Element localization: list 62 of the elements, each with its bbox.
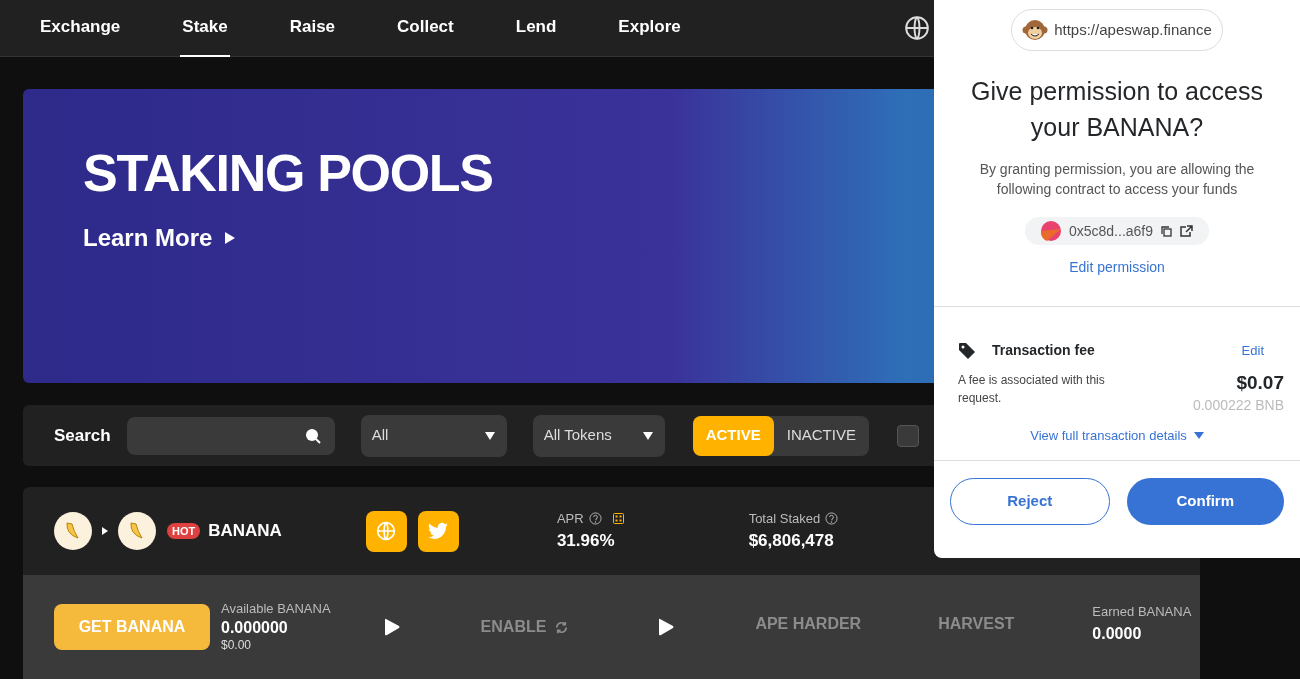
dialog-button[interactable]: Reject <box>950 477 1110 525</box>
filter-dropdown[interactable]: All <box>360 414 507 457</box>
banana-token-icon <box>54 512 92 550</box>
caret-icon <box>641 430 654 441</box>
play-icon <box>657 617 676 637</box>
nav-link[interactable]: Raise <box>287 0 338 57</box>
hot-badge: HOT <box>167 523 201 539</box>
monkey-icon <box>1022 17 1049 43</box>
contract-address: 0x5c8d...a6f9 <box>1068 221 1154 241</box>
stat-label: Total Staked <box>748 509 821 528</box>
globe-icon[interactable] <box>904 15 930 41</box>
origin-url: https://apeswap.finance <box>1054 19 1212 40</box>
caret-icon <box>483 430 496 441</box>
dialog-description: By granting permission, you are allowing the following contract to access your funds <box>978 160 1256 199</box>
refresh-icon <box>554 619 570 635</box>
view-details-link[interactable]: View full transaction details <box>1030 426 1204 446</box>
stat-value: $6,806,478 <box>748 530 835 552</box>
nav-link[interactable]: Exchange <box>38 0 123 57</box>
fee-label: Transaction fee <box>992 341 1095 360</box>
pool-name: BANANA <box>208 520 282 543</box>
learn-more-link[interactable]: Learn More <box>83 220 237 256</box>
earned-value: 0.0000 <box>1092 623 1143 644</box>
external-link-icon[interactable] <box>1180 225 1194 237</box>
nav-link[interactable]: Collect <box>395 0 456 57</box>
website-button[interactable] <box>365 510 407 552</box>
stat-value: 31.96% <box>556 530 616 552</box>
search-field[interactable] <box>126 416 335 455</box>
bird-icon <box>428 522 449 540</box>
calculator-icon[interactable] <box>612 512 624 524</box>
twitter-button[interactable] <box>417 510 459 552</box>
fee-native: 0.000222 BNB <box>1192 396 1284 415</box>
arrow-right-icon <box>102 527 108 535</box>
status-toggle-option[interactable]: INACTIVE <box>773 415 869 456</box>
search-icon <box>304 427 321 444</box>
stat-label: APR <box>556 509 584 528</box>
nav-link[interactable]: Stake <box>180 0 230 57</box>
caret-icon <box>1193 432 1204 440</box>
help-icon[interactable] <box>825 511 839 525</box>
banner-title: STAKING POOLS <box>83 143 493 204</box>
banana-token-icon <box>118 512 156 550</box>
play-icon <box>382 617 401 637</box>
contract-avatar-icon <box>1040 221 1061 241</box>
edit-fee-link[interactable]: Edit <box>1241 340 1264 361</box>
checkbox[interactable] <box>896 424 919 447</box>
dialog-title: Give permission to access your BANANA? <box>970 76 1264 143</box>
play-icon <box>224 231 237 245</box>
available-label: Available BANANA <box>221 601 331 618</box>
fee-usd: $0.07 <box>1236 371 1284 395</box>
edit-permission-link[interactable]: Edit permission <box>1069 257 1165 278</box>
available-usd: $0.00 <box>221 637 253 653</box>
copy-icon[interactable] <box>1161 225 1173 237</box>
available-value: 0.000000 <box>221 617 289 638</box>
globe-icon <box>376 521 397 541</box>
fee-description: A fee is associated with this request. <box>958 372 1106 407</box>
nav-link[interactable]: Lend <box>513 0 559 57</box>
tag-icon <box>958 341 976 360</box>
filter-dropdown[interactable]: All Tokens <box>532 414 665 457</box>
help-icon[interactable] <box>588 511 602 525</box>
earned-label: Earned BANANA <box>1092 603 1192 622</box>
dialog-button[interactable]: Confirm <box>1126 477 1284 525</box>
search-label: Search <box>54 424 111 447</box>
nav-link[interactable]: Explore <box>616 0 683 57</box>
